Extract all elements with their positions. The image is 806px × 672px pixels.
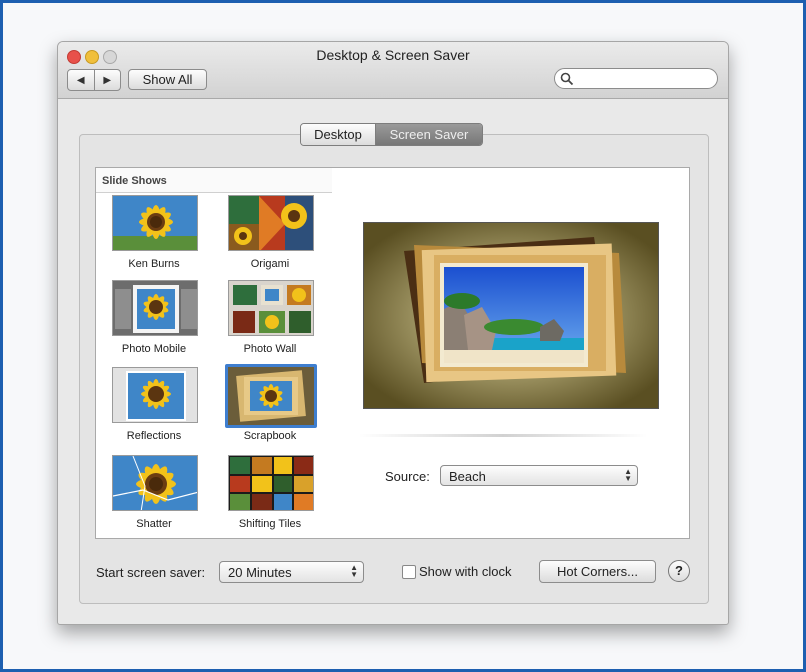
list-header-label: Slide Shows bbox=[102, 175, 167, 187]
list-item-label: Scrapbook bbox=[243, 430, 297, 442]
help-button[interactable]: ? bbox=[668, 560, 690, 582]
list-item-photo-wall[interactable]: Photo Wall bbox=[214, 280, 326, 364]
show-with-clock-checkbox[interactable] bbox=[402, 565, 416, 579]
search-icon bbox=[560, 72, 574, 86]
source-value: Beach bbox=[449, 469, 486, 484]
list-item-label: Reflections bbox=[126, 430, 182, 442]
back-button[interactable]: ◀ bbox=[68, 70, 94, 90]
list-item-label: Photo Wall bbox=[243, 343, 297, 355]
list-item-scrapbook[interactable]: Scrapbook bbox=[214, 364, 326, 451]
start-screen-saver-select[interactable]: 20 Minutes ▲ ▼ bbox=[219, 561, 364, 583]
preview-reflection bbox=[358, 434, 648, 437]
origami-thumbnail bbox=[228, 195, 314, 251]
title-bar: Desktop & Screen Saver ◀ ▶ Show All bbox=[58, 42, 728, 99]
list-item-label: Shatter bbox=[136, 518, 172, 530]
ken-burns-thumbnail bbox=[112, 195, 198, 251]
hot-corners-button[interactable]: Hot Corners... bbox=[539, 560, 656, 583]
forward-arrow-icon: ▶ bbox=[103, 74, 112, 86]
list-header: Slide Shows bbox=[96, 168, 333, 193]
reflections-thumbnail bbox=[112, 367, 198, 423]
list-item-photo-mobile[interactable]: Photo Mobile bbox=[98, 280, 210, 364]
list-item-origami[interactable]: Origami bbox=[214, 195, 326, 279]
source-label: Source: bbox=[385, 469, 430, 484]
list-item-shatter[interactable]: Shatter bbox=[98, 455, 210, 538]
tab-screen-saver[interactable]: Screen Saver bbox=[376, 124, 482, 145]
screen-saver-preview bbox=[363, 222, 659, 409]
preferences-window: Desktop & Screen Saver ◀ ▶ Show All Desk… bbox=[57, 41, 729, 625]
list-item-label: Ken Burns bbox=[128, 258, 180, 270]
tab-control: Desktop Screen Saver bbox=[300, 123, 483, 146]
scrapbook-thumbnail bbox=[225, 364, 317, 428]
window-title: Desktop & Screen Saver bbox=[316, 47, 470, 63]
list-item-shifting-tiles[interactable]: Shifting Tiles bbox=[214, 455, 326, 538]
start-screen-saver-value: 20 Minutes bbox=[228, 565, 292, 580]
list-item-reflections[interactable]: Reflections bbox=[98, 367, 210, 451]
nav-button-group: ◀ ▶ bbox=[67, 69, 121, 91]
show-with-clock-label[interactable]: Show with clock bbox=[419, 564, 511, 579]
show-all-button[interactable]: Show All bbox=[128, 69, 207, 90]
back-arrow-icon: ◀ bbox=[76, 74, 85, 86]
list-item-label: Photo Mobile bbox=[121, 343, 187, 355]
chevron-updown-icon: ▲ ▼ bbox=[350, 563, 358, 579]
start-screen-saver-label: Start screen saver: bbox=[96, 565, 206, 580]
tab-desktop[interactable]: Desktop bbox=[301, 124, 376, 145]
slideshow-list[interactable]: Slide Shows Ken Burns Origami Photo Mobi… bbox=[95, 167, 334, 539]
list-item-ken-burns[interactable]: Ken Burns bbox=[98, 195, 210, 279]
list-item-label: Origami bbox=[250, 258, 290, 270]
shifting-tiles-thumbnail bbox=[228, 455, 314, 511]
shatter-thumbnail bbox=[112, 455, 198, 511]
forward-button[interactable]: ▶ bbox=[93, 70, 121, 90]
source-select[interactable]: Beach ▲ ▼ bbox=[440, 465, 638, 486]
search-input[interactable] bbox=[554, 68, 718, 89]
chevron-updown-icon: ▲ ▼ bbox=[624, 467, 632, 483]
photo-mobile-thumbnail bbox=[112, 280, 198, 336]
photo-wall-thumbnail bbox=[228, 280, 314, 336]
list-item-label: Shifting Tiles bbox=[238, 518, 302, 530]
